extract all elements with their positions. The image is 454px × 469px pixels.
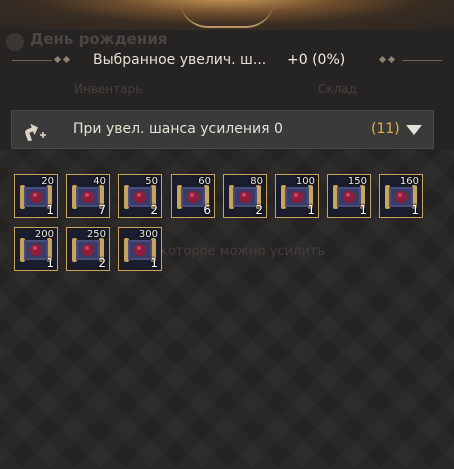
item-level: 50 — [145, 176, 158, 187]
inventory-slot[interactable]: 40 7 — [66, 174, 110, 218]
item-level: 160 — [399, 176, 419, 187]
diamond-icon — [62, 55, 71, 64]
inventory-slot[interactable]: 160 1 — [379, 174, 423, 218]
background-hint: которое можно усилить — [160, 244, 326, 259]
item-level: 150 — [347, 176, 367, 187]
filter-count: (11) — [371, 121, 400, 137]
item-quantity: 2 — [150, 203, 158, 217]
diamond-icon — [387, 55, 396, 64]
ghost-tab-storage: Склад — [318, 82, 357, 96]
divider-left — [12, 60, 52, 61]
inventory-slot[interactable]: 60 6 — [171, 174, 215, 218]
item-level: 200 — [34, 229, 54, 240]
item-quantity: 2 — [98, 256, 106, 270]
item-quantity: 7 — [98, 203, 106, 217]
top-ornament — [180, 0, 274, 28]
filter-label: При увел. шанса усиления 0 — [73, 121, 283, 137]
inventory-slot[interactable]: 50 2 — [118, 174, 162, 218]
item-quantity: 2 — [255, 203, 263, 217]
item-quantity: 1 — [307, 203, 315, 217]
item-quantity: 1 — [150, 256, 158, 270]
inventory-slot[interactable]: 100 1 — [275, 174, 319, 218]
item-level: 250 — [86, 229, 106, 240]
inventory-slot[interactable]: 20 1 — [14, 174, 58, 218]
summary-label: Выбранное увелич. ш... — [93, 52, 267, 68]
inventory-slot[interactable]: 200 1 — [14, 227, 58, 271]
enhance-arrow-icon — [22, 119, 46, 142]
item-level: 300 — [138, 229, 158, 240]
item-level: 40 — [93, 176, 106, 187]
chevron-down-icon[interactable] — [405, 121, 423, 139]
item-level: 80 — [250, 176, 263, 187]
ghost-tab-inventory: Инвентарь — [74, 82, 143, 96]
item-quantity: 1 — [411, 203, 419, 217]
inventory-slot[interactable]: 300 1 — [118, 227, 162, 271]
item-quantity: 6 — [203, 203, 211, 217]
inventory-slot[interactable]: 80 2 — [223, 174, 267, 218]
diamond-icon — [53, 55, 62, 64]
item-level: 100 — [295, 176, 315, 187]
enhance-summary: Выбранное увелич. ш... +0 (0%) — [0, 44, 454, 78]
diamond-icon — [378, 55, 387, 64]
item-level: 20 — [41, 176, 54, 187]
item-quantity: 1 — [46, 203, 54, 217]
summary-value: +0 (0%) — [287, 52, 346, 68]
divider-right — [402, 60, 442, 61]
inventory-slot[interactable]: 250 2 — [66, 227, 110, 271]
item-quantity: 1 — [359, 203, 367, 217]
enhance-filter-dropdown[interactable]: При увел. шанса усиления 0 (11) — [11, 110, 434, 149]
inventory-slot[interactable]: 150 1 — [327, 174, 371, 218]
item-level: 60 — [198, 176, 211, 187]
item-quantity: 1 — [46, 256, 54, 270]
